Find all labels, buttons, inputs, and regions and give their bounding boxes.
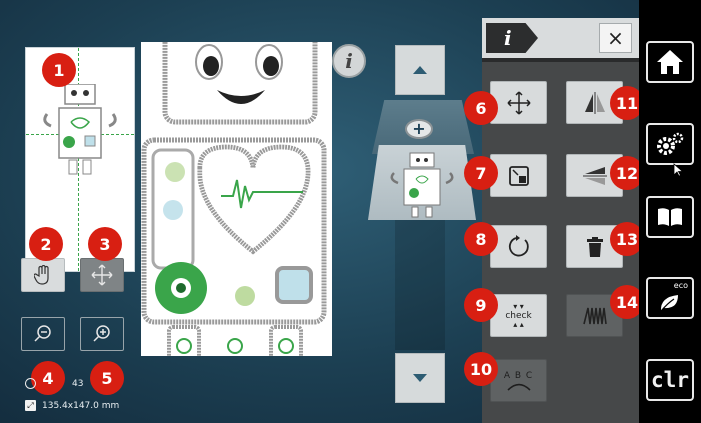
badge-5: 5 [90,361,124,395]
clr-label: clr [651,368,689,392]
badge-1: 1 [42,53,76,87]
badge-6: 6 [464,91,498,125]
home-button[interactable] [646,41,694,83]
zoom-out-button[interactable] [21,317,65,351]
robot-thumbnail-icon [43,84,117,175]
stitch-pattern-icon [582,307,607,324]
clear-button[interactable]: clr [646,359,694,401]
embroidery-canvas[interactable] [141,42,332,356]
design-layer-robot[interactable] [368,145,476,220]
robot-layer-thumbnail-icon [390,152,454,218]
scroll-down-button[interactable] [395,353,445,403]
move-view-button[interactable] [80,258,124,292]
arc-icon [506,383,531,391]
bend-text-button[interactable]: A B C [490,359,547,402]
badge-2: 2 [29,227,63,261]
check-size-button[interactable]: ▾ ▾ check ▴ ▴ [490,294,547,337]
trash-icon [586,236,603,257]
zoom-in-button[interactable] [80,317,124,351]
gears-icon [657,132,684,155]
hand-icon [34,265,49,285]
eco-mode-button[interactable]: eco [646,277,694,319]
design-size-readout: ⤢ 135.4x147.0 mm [25,400,119,411]
resize-button[interactable] [490,154,547,197]
resize-arrows-icon: ⤢ [25,400,36,411]
arrow-up-icon [413,66,427,74]
edit-tools-panel: i × ▾ ▾ check ▴ ▴ A B C [482,18,639,423]
embroidery-edit-screen: 1 2 3 4 5 43 ⤢ 135.4x147.0 mm i + i × ▾ … [0,0,701,423]
rotate-button[interactable] [490,225,547,268]
main-sidebar: eco clr [639,0,701,423]
badge-8: 8 [464,222,498,256]
mouse-cursor-icon [673,163,683,177]
design-size-value: 135.4x147.0 mm [42,400,120,411]
arrow-down-icon [413,374,427,382]
corner-arrows-top-icon: ▾ ▾ [513,301,524,311]
setup-button[interactable] [646,123,694,165]
stitch-count-readout: 43 [25,378,83,389]
badge-3: 3 [88,227,122,261]
info-tab[interactable]: i [486,23,538,53]
zoom-in-icon [93,325,110,342]
move-arrows-icon [91,264,113,286]
home-icon [657,50,683,74]
badge-10: 10 [464,352,498,386]
move-design-button[interactable] [490,81,547,124]
corner-arrows-bottom-icon: ▴ ▴ [513,319,524,329]
close-button[interactable]: × [599,23,632,53]
tutorial-button[interactable] [646,196,694,238]
resize-icon [508,165,529,186]
abc-label: A B C [503,370,534,381]
rotate-icon [508,234,529,256]
edit-panel-header: i × [482,18,639,58]
robot-design-preview [141,42,327,356]
check-label: check [505,310,532,321]
leaf-icon [660,295,678,312]
zoom-out-icon [34,325,51,342]
clock-icon [25,378,36,389]
scroll-up-button[interactable] [395,45,445,95]
badge-7: 7 [464,156,498,190]
mirror-left-right-icon [584,91,605,114]
pan-view-button[interactable] [21,258,65,292]
stitch-count-value: 43 [72,378,84,389]
book-icon [658,208,682,226]
move-arrows-icon [506,90,531,115]
add-design-icon[interactable]: + [405,119,433,139]
info-button[interactable]: i [332,44,366,78]
mirror-up-down-icon [582,166,607,185]
eco-label: eco [673,281,688,290]
badge-9: 9 [464,288,498,322]
